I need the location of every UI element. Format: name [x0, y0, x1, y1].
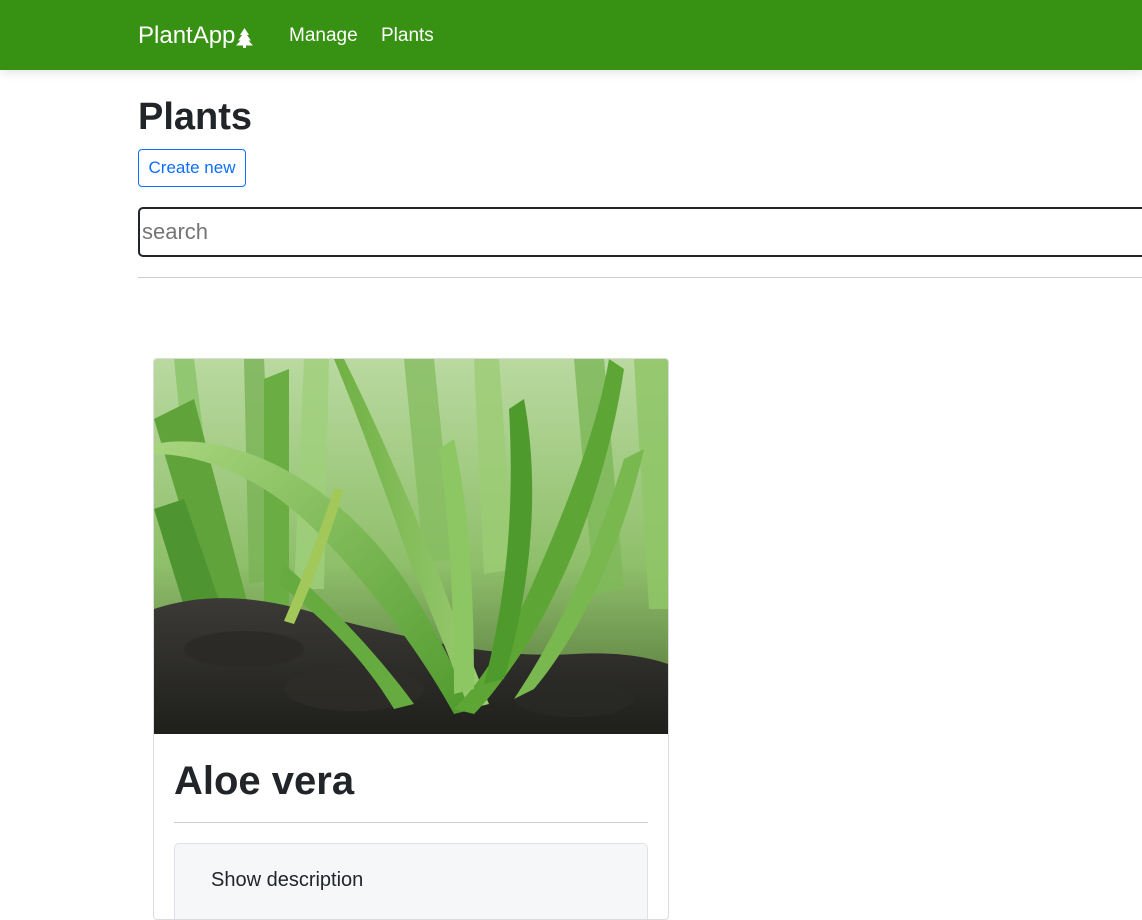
nav-link-manage[interactable]: Manage [289, 24, 358, 48]
show-description-label: Show description [211, 869, 364, 891]
search-input[interactable] [138, 207, 1142, 257]
nav-link-plants[interactable]: Plants [381, 24, 434, 48]
plant-image [154, 359, 668, 734]
plant-card: Aloe vera Show description [153, 358, 669, 920]
plant-name: Aloe vera [174, 759, 355, 803]
page-title: Plants [138, 96, 253, 138]
card-divider [174, 822, 648, 823]
create-new-button[interactable]: Create new [138, 149, 246, 187]
brand-link[interactable]: PlantApp [138, 21, 254, 51]
section-divider [138, 277, 1142, 278]
tree-icon [236, 28, 254, 48]
brand-name: PlantApp [138, 22, 236, 49]
show-description-toggle[interactable]: Show description [174, 843, 648, 919]
top-navbar: PlantApp Manage Plants [0, 0, 1142, 70]
